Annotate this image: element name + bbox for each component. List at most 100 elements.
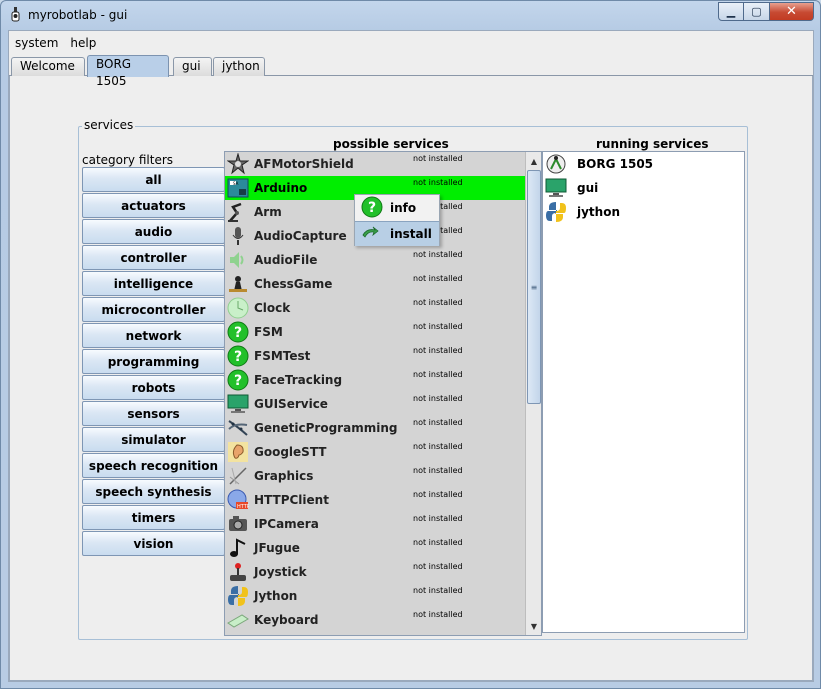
service-status: not installed bbox=[413, 178, 463, 187]
running-service-borg-1505[interactable]: BORG 1505 bbox=[543, 152, 744, 176]
running-service-jython[interactable]: jython bbox=[543, 200, 744, 224]
possible-service-afmotorshield[interactable]: AFMotorShield not installed bbox=[225, 152, 525, 176]
application-window: myrobotlab - gui ▁ ▢ ✕ system help Welco… bbox=[0, 0, 821, 689]
possible-service-geneticprogramming[interactable]: GeneticProgramming not installed bbox=[225, 416, 525, 440]
service-status: not installed bbox=[413, 514, 463, 523]
service-name: FSMTest bbox=[254, 349, 311, 363]
possible-service-jfugue[interactable]: JFugue not installed bbox=[225, 536, 525, 560]
possible-service-chessgame[interactable]: ChessGame not installed bbox=[225, 272, 525, 296]
service-name: Graphics bbox=[254, 469, 314, 483]
service-name: ChessGame bbox=[254, 277, 333, 291]
possible-service-jython[interactable]: Jython not installed bbox=[225, 584, 525, 608]
service-status: not installed bbox=[413, 154, 463, 163]
svg-text:?: ? bbox=[368, 200, 376, 216]
service-name: Keyboard bbox=[254, 613, 319, 627]
category-filter-robots[interactable]: robots bbox=[82, 375, 225, 400]
title-bar[interactable]: myrobotlab - gui ▁ ▢ ✕ bbox=[1, 1, 820, 29]
service-status: not installed bbox=[413, 322, 463, 331]
possible-service-graphics[interactable]: Graphics not installed bbox=[225, 464, 525, 488]
category-filters-label: category filters bbox=[82, 153, 174, 167]
services-title: services bbox=[82, 118, 136, 132]
window-title: myrobotlab - gui bbox=[28, 8, 128, 22]
tab-jython[interactable]: jython bbox=[213, 57, 265, 76]
maximize-button[interactable]: ▢ bbox=[744, 2, 770, 21]
category-filter-audio[interactable]: audio bbox=[82, 219, 225, 244]
service-name: Jython bbox=[254, 589, 298, 603]
menu-system[interactable]: system bbox=[9, 36, 64, 50]
category-filter-simulator[interactable]: simulator bbox=[82, 427, 225, 452]
context-menu-info-label: info bbox=[390, 201, 417, 215]
category-filter-controller[interactable]: controller bbox=[82, 245, 225, 270]
running-services-items: BORG 1505 gui jython bbox=[543, 152, 744, 224]
context-menu-info[interactable]: ? info bbox=[355, 195, 439, 221]
chess-icon bbox=[226, 272, 250, 296]
minimize-button[interactable]: ▁ bbox=[718, 2, 744, 21]
arduino-icon: SA bbox=[226, 176, 250, 200]
install-icon bbox=[361, 226, 379, 243]
service-name: BORG 1505 bbox=[577, 157, 654, 171]
scroll-up-icon[interactable]: ▲ bbox=[527, 153, 541, 169]
possible-service-fsmtest[interactable]: ? FSMTest not installed bbox=[225, 344, 525, 368]
close-button[interactable]: ✕ bbox=[770, 2, 814, 21]
category-filter-list: all actuators audio controller intelligence m… bbox=[82, 167, 225, 557]
drawing-icon bbox=[226, 464, 250, 488]
possible-service-httpclient[interactable]: HTTP HTTPClient not installed bbox=[225, 488, 525, 512]
category-filter-intelligence[interactable]: intelligence bbox=[82, 271, 225, 296]
possible-service-fsm[interactable]: ? FSM not installed bbox=[225, 320, 525, 344]
runtime-icon bbox=[544, 152, 568, 176]
context-menu-install[interactable]: install bbox=[355, 221, 439, 246]
context-menu: ? info install bbox=[354, 194, 440, 246]
category-filter-microcontroller[interactable]: microcontroller bbox=[82, 297, 225, 322]
context-menu-install-label: install bbox=[390, 227, 432, 241]
category-filter-vision[interactable]: vision bbox=[82, 531, 225, 556]
possible-service-joystick[interactable]: Joystick not installed bbox=[225, 560, 525, 584]
service-name: AudioFile bbox=[254, 253, 318, 267]
running-service-gui[interactable]: gui bbox=[543, 176, 744, 200]
service-status: not installed bbox=[413, 466, 463, 475]
service-name: gui bbox=[577, 181, 599, 195]
client-area: system help Welcome BORG 1505 gui jython… bbox=[8, 30, 814, 682]
service-status: not installed bbox=[413, 610, 463, 619]
service-name: HTTPClient bbox=[254, 493, 329, 507]
scrollbar-thumb[interactable]: ≡ bbox=[527, 170, 541, 404]
svg-text:?: ? bbox=[234, 325, 242, 341]
speaker-icon bbox=[226, 248, 250, 272]
category-filter-actuators[interactable]: actuators bbox=[82, 193, 225, 218]
running-services-list[interactable]: BORG 1505 gui jython bbox=[542, 151, 745, 633]
possible-service-clock[interactable]: Clock not installed bbox=[225, 296, 525, 320]
category-filter-all[interactable]: all bbox=[82, 167, 225, 192]
possible-service-ipcamera[interactable]: IPCamera not installed bbox=[225, 512, 525, 536]
service-status: not installed bbox=[413, 298, 463, 307]
service-status: not installed bbox=[413, 394, 463, 403]
category-filter-programming[interactable]: programming bbox=[82, 349, 225, 374]
minimize-icon: ▁ bbox=[726, 5, 736, 18]
possible-service-googlestt[interactable]: GoogleSTT not installed bbox=[225, 440, 525, 464]
svg-text:?: ? bbox=[234, 349, 242, 365]
music-note-icon bbox=[226, 536, 250, 560]
category-filter-timers[interactable]: timers bbox=[82, 505, 225, 530]
tab-gui[interactable]: gui bbox=[173, 57, 212, 76]
possible-service-audiofile[interactable]: AudioFile not installed bbox=[225, 248, 525, 272]
service-name: GUIService bbox=[254, 397, 328, 411]
app-icon bbox=[9, 6, 23, 24]
menu-help[interactable]: help bbox=[64, 36, 102, 50]
possible-service-keyboard[interactable]: Keyboard not installed bbox=[225, 608, 525, 632]
microphone-icon bbox=[226, 224, 250, 248]
category-filter-speech-synthesis[interactable]: speech synthesis bbox=[82, 479, 225, 504]
category-filter-speech-recognition[interactable]: speech recognition bbox=[82, 453, 225, 478]
joystick-icon bbox=[226, 560, 250, 584]
python-icon bbox=[226, 584, 250, 608]
possible-service-guiservice[interactable]: GUIService not installed bbox=[225, 392, 525, 416]
keyboard-icon bbox=[226, 608, 250, 632]
possible-services-scrollbar[interactable]: ▲ ≡ ▼ bbox=[525, 152, 541, 635]
scroll-down-icon[interactable]: ▼ bbox=[527, 618, 541, 634]
category-filter-network[interactable]: network bbox=[82, 323, 225, 348]
service-name: Arduino bbox=[254, 181, 308, 195]
tab-welcome[interactable]: Welcome bbox=[11, 57, 85, 76]
category-filter-sensors[interactable]: sensors bbox=[82, 401, 225, 426]
possible-service-facetracking[interactable]: ? FaceTracking not installed bbox=[225, 368, 525, 392]
clock-icon bbox=[226, 296, 250, 320]
tab-borg-1505[interactable]: BORG 1505 bbox=[87, 55, 169, 88]
close-icon: ✕ bbox=[786, 4, 797, 19]
service-status: not installed bbox=[413, 562, 463, 571]
